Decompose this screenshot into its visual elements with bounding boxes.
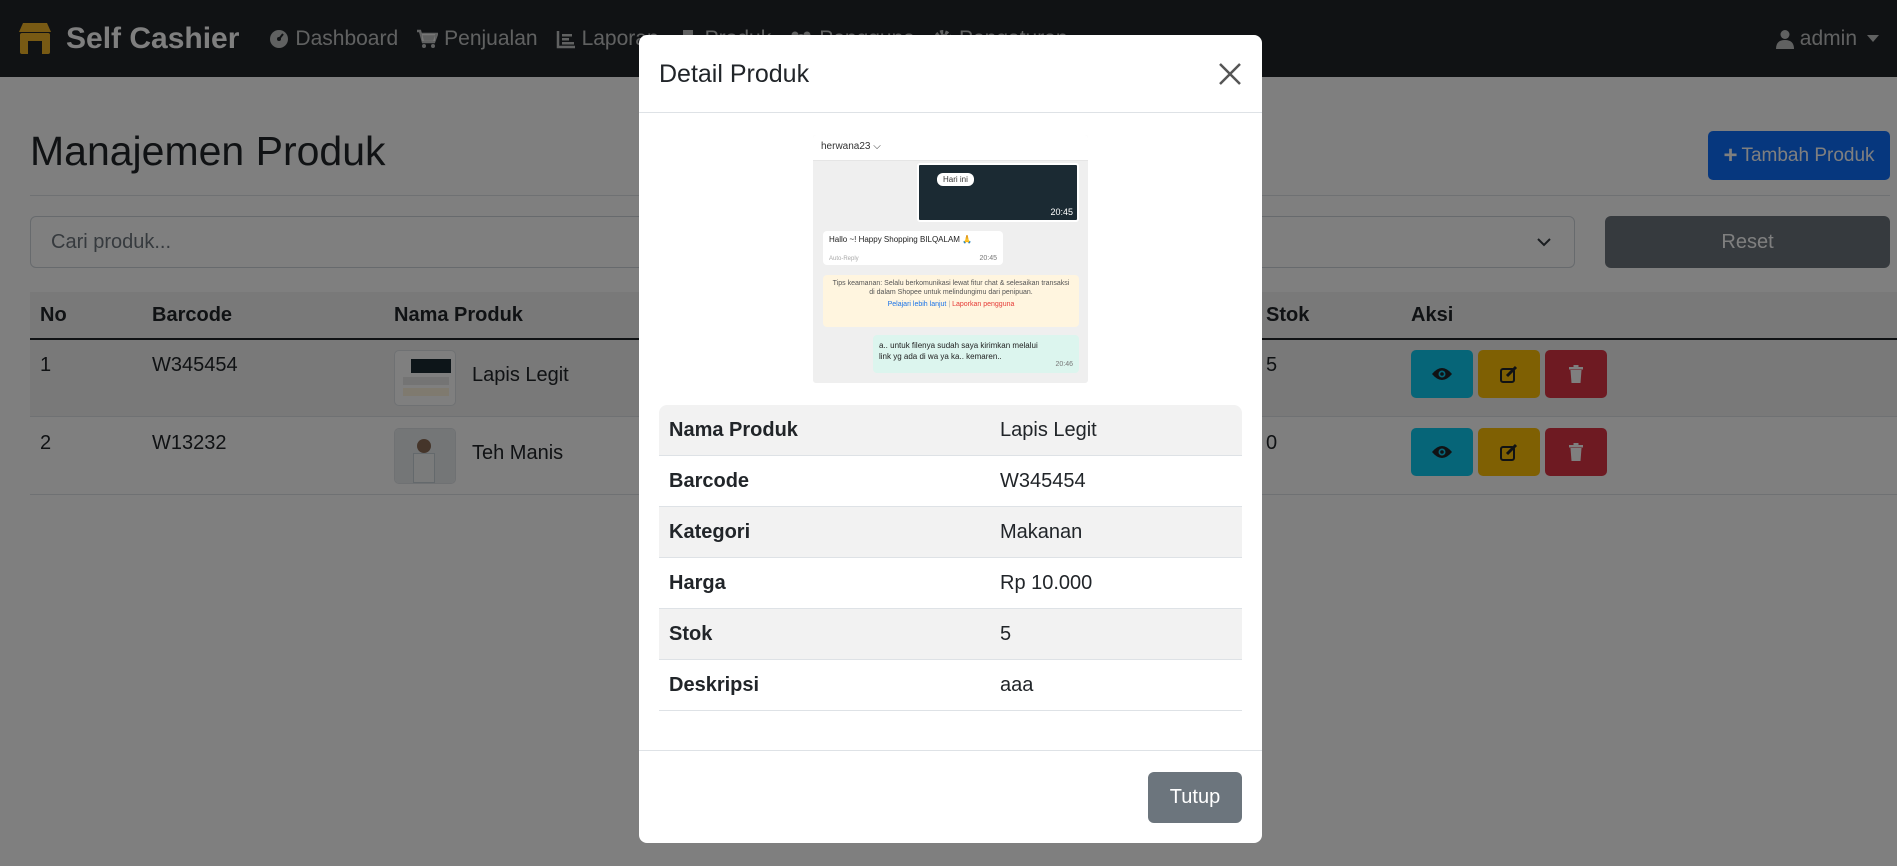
detail-label: Stok [669, 623, 713, 645]
close-button-label: Tutup [1169, 786, 1221, 808]
modal-header: Detail Produk [639, 35, 1262, 113]
detail-value: aaa [1000, 674, 1034, 696]
chat-greeting-time: 20:45 [979, 255, 997, 262]
detail-row: Barcode W345454 [659, 456, 1242, 507]
chat-username: herwana23 [821, 141, 871, 152]
detail-row: Kategori Makanan [659, 507, 1242, 558]
detail-value: 5 [1000, 623, 1012, 645]
modal-footer: Tutup [639, 750, 1262, 843]
chat-reply: a.. untuk filenya sudah saya kirimkan me… [873, 335, 1079, 373]
product-detail-modal: Detail Produk herwana23 ⌵ Hari ini 20:45… [639, 35, 1262, 843]
chat-tips-link1: Pelajari lebih lanjut [887, 301, 947, 308]
chat-greeting: Hallo ~! Happy Shopping BILQALAM 🙏 Auto-… [823, 231, 1003, 265]
detail-value: Lapis Legit [1000, 419, 1097, 441]
detail-label: Nama Produk [669, 419, 798, 441]
detail-value: W345454 [1000, 470, 1086, 492]
close-button[interactable]: Tutup [1148, 772, 1242, 823]
detail-label: Deskripsi [669, 674, 760, 696]
detail-row: Harga Rp 10.000 [659, 558, 1242, 609]
detail-row: Deskripsi aaa [659, 660, 1242, 711]
detail-label: Barcode [669, 470, 750, 492]
chat-greeting-text: Hallo ~! Happy Shopping BILQALAM 🙏 [829, 235, 973, 244]
chat-reply-text: a.. untuk filenya sudah saya kirimkan me… [879, 341, 1038, 361]
detail-value: Makanan [1000, 521, 1083, 543]
detail-table: Nama Produk Lapis Legit Barcode W345454 … [659, 405, 1242, 711]
chat-video-time: 20:45 [1050, 207, 1073, 217]
detail-label: Harga [669, 572, 726, 594]
close-icon[interactable] [1214, 58, 1246, 90]
detail-label: Kategori [669, 521, 751, 543]
chat-tips-link2: Laporkan pengguna [952, 301, 1015, 308]
chat-reply-time: 20:46 [1055, 361, 1073, 368]
detail-row: Nama Produk Lapis Legit [659, 405, 1242, 456]
chat-video: Hari ini 20:45 [917, 163, 1079, 222]
chat-tips: Tips keamanan: Selalu berkomunikasi lewa… [823, 275, 1079, 327]
chat-header: herwana23 ⌵ [813, 135, 1088, 161]
detail-value: Rp 10.000 [1000, 572, 1093, 594]
chat-badge: Hari ini [937, 173, 974, 186]
detail-row: Stok 5 [659, 609, 1242, 660]
chat-greeting-sub: Auto-Reply [829, 256, 859, 262]
modal-title: Detail Produk [659, 60, 810, 88]
chat-tips-text: Tips keamanan: Selalu berkomunikasi lewa… [832, 280, 1070, 296]
product-image: herwana23 ⌵ Hari ini 20:45 Hallo ~! Happ… [813, 135, 1088, 383]
